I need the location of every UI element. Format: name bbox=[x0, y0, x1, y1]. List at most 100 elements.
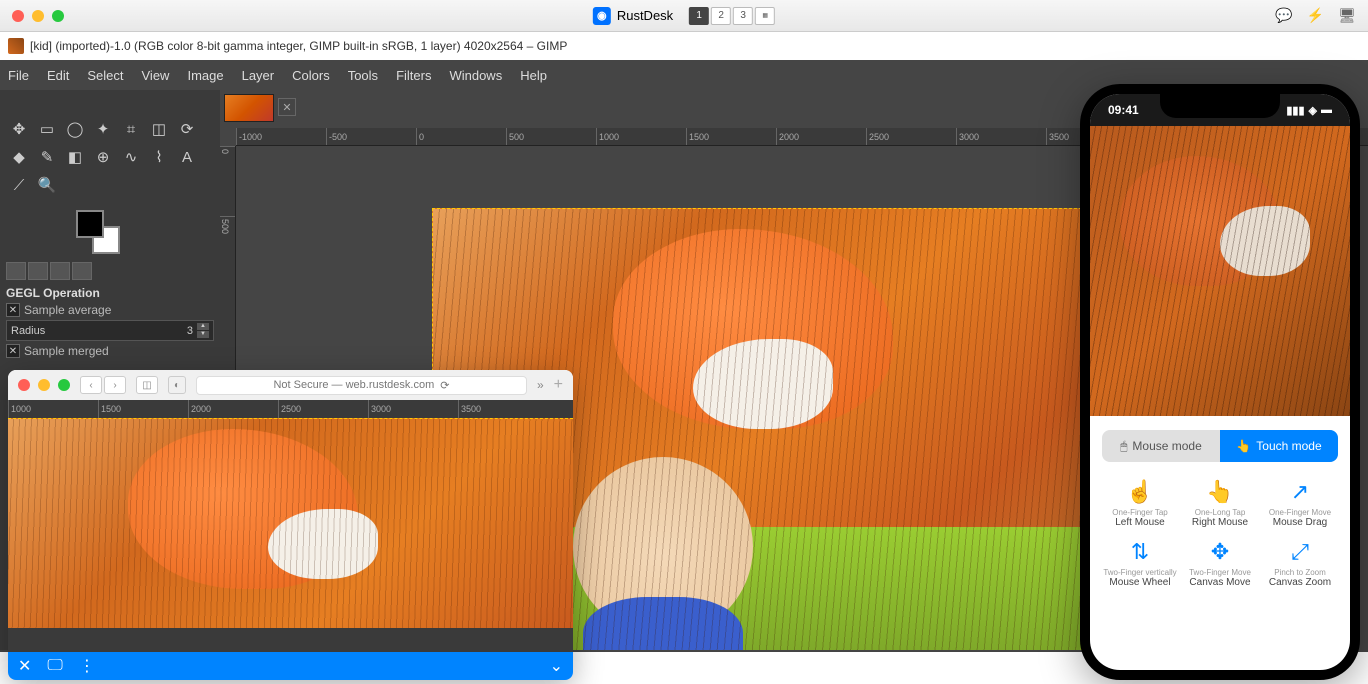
wand-icon[interactable]: ✦ bbox=[90, 116, 116, 142]
workspace-1[interactable]: 1 bbox=[689, 7, 709, 25]
touch-mode-label: Touch mode bbox=[1256, 439, 1321, 453]
warp-icon[interactable]: ⟳ bbox=[174, 116, 200, 142]
rect-select-icon[interactable]: ▭ bbox=[34, 116, 60, 142]
address-bar[interactable]: Not Secure — web.rustdesk.com ⟳ bbox=[196, 376, 527, 395]
reload-icon[interactable]: ⟳ bbox=[440, 379, 449, 392]
workspace-2[interactable]: 2 bbox=[711, 7, 731, 25]
menu-tools[interactable]: Tools bbox=[348, 68, 378, 83]
ruler-tick: 2000 bbox=[776, 128, 866, 145]
close-session-icon[interactable]: ✕ bbox=[18, 656, 31, 676]
lasso-icon[interactable]: ◯ bbox=[62, 116, 88, 142]
workspace-grid[interactable]: ▦ bbox=[755, 7, 775, 25]
touch-mode-button[interactable]: 👆 Touch mode bbox=[1220, 430, 1338, 462]
minimize-icon[interactable] bbox=[32, 10, 44, 22]
sample-average-check-icon[interactable]: ✕ bbox=[6, 303, 20, 317]
menu-windows[interactable]: Windows bbox=[449, 68, 502, 83]
chat-icon[interactable]: 💬 bbox=[1275, 7, 1292, 24]
display-icon[interactable]: 🖥 bbox=[1338, 7, 1356, 24]
close-icon[interactable] bbox=[12, 10, 24, 22]
color-swatch[interactable] bbox=[76, 210, 120, 254]
menu-layer[interactable]: Layer bbox=[242, 68, 275, 83]
new-tab-button[interactable]: + bbox=[554, 376, 563, 394]
radius-stepper[interactable]: ▲▼ bbox=[197, 323, 209, 338]
sidebar-button[interactable]: ◫ bbox=[136, 376, 158, 394]
gesture-left-mouse: ☝ One-Finger Tap Left Mouse bbox=[1102, 478, 1178, 528]
sample-merged-label: Sample merged bbox=[24, 344, 109, 358]
zoom-icon[interactable]: 🔍 bbox=[34, 172, 60, 198]
gesture-grid: ☝ One-Finger Tap Left Mouse 👆 One-Long T… bbox=[1102, 478, 1338, 588]
text-icon[interactable]: A bbox=[174, 144, 200, 170]
menu-select[interactable]: Select bbox=[87, 68, 123, 83]
brush-icon[interactable]: ✎ bbox=[34, 144, 60, 170]
touch-panel: 🖱 Mouse mode 👆 Touch mode ☝ One-Finger T… bbox=[1090, 416, 1350, 602]
measure-icon[interactable]: ⟋ bbox=[6, 172, 32, 198]
bolt-icon[interactable]: ⚡ bbox=[1307, 7, 1324, 24]
dock-tab-2[interactable] bbox=[28, 262, 48, 280]
sample-merged-row[interactable]: ✕ Sample merged bbox=[6, 341, 214, 361]
workspace-switcher: 1 2 3 ▦ bbox=[689, 7, 775, 25]
ruler-tick: 500 bbox=[220, 216, 235, 286]
ruler-tick: 3500 bbox=[458, 400, 548, 418]
ruler-tick: -1000 bbox=[236, 128, 326, 145]
stepper-up-icon[interactable]: ▲ bbox=[197, 323, 209, 330]
phone-screen: 09:41 ▮▮▮ ◈ ▬ 🖱 Mouse mode 👆 Touch mode bbox=[1090, 94, 1350, 670]
stepper-down-icon[interactable]: ▼ bbox=[197, 331, 209, 338]
ruler-tick: 1000 bbox=[596, 128, 686, 145]
display-icon[interactable]: 🖵 bbox=[47, 657, 62, 675]
menubar-right: 💬 ⚡ 🖥 bbox=[1275, 7, 1356, 24]
radius-label: Radius bbox=[11, 325, 45, 337]
path-icon[interactable]: ⌇ bbox=[146, 144, 172, 170]
menu-file[interactable]: File bbox=[8, 68, 29, 83]
ruler-tick: 3000 bbox=[368, 400, 458, 418]
menu-colors[interactable]: Colors bbox=[292, 68, 330, 83]
more-icon[interactable]: ⋮ bbox=[79, 656, 95, 676]
privacy-shield-icon[interactable]: ◐ bbox=[168, 376, 186, 394]
battery-icon: ▬ bbox=[1321, 104, 1332, 117]
fg-color-icon[interactable] bbox=[76, 210, 104, 238]
menu-filters[interactable]: Filters bbox=[396, 68, 431, 83]
back-button[interactable]: ‹ bbox=[80, 376, 102, 394]
eraser-icon[interactable]: ◧ bbox=[62, 144, 88, 170]
mouse-mode-button[interactable]: 🖱 Mouse mode bbox=[1102, 430, 1220, 462]
gesture-label: Right Mouse bbox=[1182, 517, 1258, 528]
app-badge[interactable]: ◉ RustDesk bbox=[593, 7, 673, 25]
forward-button[interactable]: › bbox=[104, 376, 126, 394]
wifi-icon: ◈ bbox=[1309, 104, 1317, 117]
sample-merged-check-icon[interactable]: ✕ bbox=[6, 344, 20, 358]
menu-edit[interactable]: Edit bbox=[47, 68, 69, 83]
menu-view[interactable]: View bbox=[142, 68, 170, 83]
smudge-icon[interactable]: ∿ bbox=[118, 144, 144, 170]
image-thumb[interactable] bbox=[224, 94, 274, 122]
phone-remote-view[interactable] bbox=[1090, 126, 1350, 416]
maximize-icon[interactable] bbox=[58, 379, 70, 391]
radius-row[interactable]: Radius 3 ▲▼ bbox=[6, 320, 214, 341]
menu-image[interactable]: Image bbox=[187, 68, 223, 83]
close-icon[interactable] bbox=[18, 379, 30, 391]
transform-icon[interactable]: ◫ bbox=[146, 116, 172, 142]
maximize-icon[interactable] bbox=[52, 10, 64, 22]
mode-toggle: 🖱 Mouse mode 👆 Touch mode bbox=[1102, 430, 1338, 462]
mac-menubar: ◉ RustDesk 1 2 3 ▦ 💬 ⚡ 🖥 bbox=[0, 0, 1368, 32]
drag-icon: ↗ bbox=[1262, 478, 1338, 506]
menu-help[interactable]: Help bbox=[520, 68, 547, 83]
minimize-icon[interactable] bbox=[38, 379, 50, 391]
dock-tab-4[interactable] bbox=[72, 262, 92, 280]
gimp-app-icon bbox=[8, 38, 24, 54]
pinch-icon: ⤢ bbox=[1262, 538, 1338, 566]
tab-close-icon[interactable]: ✕ bbox=[278, 98, 296, 116]
crop-icon[interactable]: ⌗ bbox=[118, 116, 144, 142]
dock-tab-1[interactable] bbox=[6, 262, 26, 280]
chevron-down-icon[interactable]: ⌄ bbox=[550, 656, 563, 676]
clone-icon[interactable]: ⊕ bbox=[90, 144, 116, 170]
tabs-overflow-icon[interactable]: » bbox=[537, 378, 544, 392]
move-tool-icon[interactable]: ✥ bbox=[6, 116, 32, 142]
workspace-3[interactable]: 3 bbox=[733, 7, 753, 25]
bucket-icon[interactable]: ◆ bbox=[6, 144, 32, 170]
tool-grid: ✥ ▭ ◯ ✦ ⌗ ◫ ⟳ ◆ ✎ ◧ ⊕ ∿ ⌇ A ⟋ 🔍 bbox=[6, 116, 214, 198]
sample-average-row[interactable]: ✕ Sample average bbox=[6, 300, 214, 320]
gesture-sub: Two-Finger vertically bbox=[1102, 568, 1178, 577]
touch-icon: 👆 bbox=[1236, 439, 1251, 453]
dock-tab-3[interactable] bbox=[50, 262, 70, 280]
gesture-sub: One-Finger Move bbox=[1262, 508, 1338, 517]
browser-remote-view[interactable] bbox=[8, 418, 573, 628]
